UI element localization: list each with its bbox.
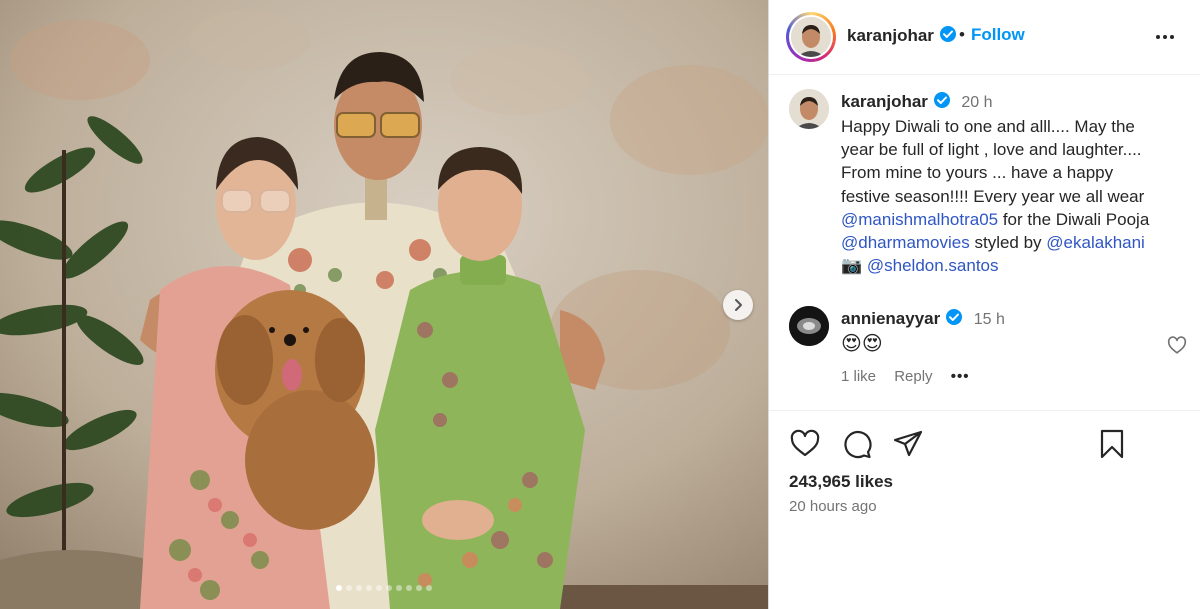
like-button[interactable] [789,428,821,465]
comment-item: annienayyar 15 h 😍😍 1 like Reply ••• [789,306,1189,396]
caption-line: Happy Diwali to one and alll.... May the [841,115,1186,138]
verified-badge-icon [933,92,950,108]
follow-area: • Follow [959,25,1025,45]
caption-line: From mine to yours ... have a happy [841,161,1186,184]
comment-reply-button[interactable]: Reply [894,368,932,385]
header-username-text: karanjohar [847,26,934,45]
more-horizontal-icon [1156,35,1174,39]
carousel-dot [336,585,342,591]
post-details: karanjohar • Follow karanjohar 20 h Happ… [768,0,1200,609]
separator-dot: • [959,25,965,44]
carousel-indicator [0,585,768,591]
caption-text-segment: festive season!!!! Every year we all wea… [841,186,1145,206]
mention-link[interactable]: @ekalakhani [1046,233,1145,252]
verified-badge-icon [945,309,962,325]
instagram-post: karanjohar • Follow karanjohar 20 h Happ… [0,0,1200,609]
carousel-dot [396,585,402,591]
bookmark-icon [1100,429,1124,459]
comment-header: annienayyar 15 h [841,308,1005,329]
carousel-dot [416,585,422,591]
caption-text-segment: 📷 [841,256,867,276]
carousel-next-button[interactable] [723,290,753,320]
post-header: karanjohar • Follow [769,0,1200,75]
comment-like-button[interactable] [1166,334,1188,361]
caption-avatar[interactable] [789,89,829,129]
carousel-dot [426,585,432,591]
heart-icon [790,429,820,457]
post-photo[interactable] [0,0,768,609]
carousel-dot [356,585,362,591]
caption-text-segment: Happy Diwali to one and alll.... May the [841,117,1135,136]
caption-line: @manishmalhotra05 for the Diwali Pooja [841,208,1186,231]
caption-line: festive season!!!! Every year we all wea… [841,185,1186,208]
caption-text-segment: From mine to yours ... have a happy [841,163,1114,183]
header-username[interactable]: karanjohar [847,25,957,46]
follow-button[interactable]: Follow [971,25,1025,44]
comment-timestamp: 15 h [973,311,1005,328]
likes-count[interactable]: 243,965 likes [789,472,893,492]
comment-username[interactable]: annienayyar [841,309,940,328]
comment-meta: 1 like Reply ••• [841,368,984,385]
comment-text: 😍😍 [841,333,883,355]
heart-outline-icon [1167,336,1187,354]
comment-icon [844,431,872,459]
actions-divider [769,410,1200,411]
carousel-dot [376,585,382,591]
comment-like-count[interactable]: 1 like [841,368,876,385]
caption-text-segment: styled by [969,233,1047,253]
caption-line: 📷 @sheldon.santos [841,254,1186,277]
carousel-dot [346,585,352,591]
more-options-button[interactable] [1153,25,1177,54]
avatar [791,17,831,57]
save-button[interactable] [1096,428,1128,465]
mention-link[interactable]: @sheldon.santos [867,256,999,275]
story-ring-avatar[interactable] [786,12,836,62]
carousel-dot [386,585,392,591]
caption-text-segment: year be full of light , love and laughte… [841,140,1142,160]
comment-button[interactable] [841,428,873,465]
share-button[interactable] [892,428,924,465]
mention-link[interactable]: @dharmamovies [841,233,970,252]
family-photo [0,0,768,609]
carousel-dot [406,585,412,591]
mention-link[interactable]: @manishmalhotra05 [841,210,998,229]
caption-line: @dharmamovies styled by @ekalakhani [841,231,1186,254]
caption-text: Happy Diwali to one and alll.... May the… [841,115,1186,277]
commenter-avatar[interactable] [789,306,829,346]
post-time-ago[interactable]: 20 hours ago [789,498,877,515]
comment-more-button[interactable]: ••• [951,368,970,385]
caption-username[interactable]: karanjohar [841,92,928,111]
chevron-right-icon [735,299,742,311]
caption-text-segment: for the Diwali Pooja [998,209,1150,229]
verified-badge-icon [939,26,956,42]
caption-timestamp: 20 h [961,94,993,111]
send-icon [893,430,923,457]
caption-line: year be full of light , love and laughte… [841,138,1186,161]
carousel-dot [366,585,372,591]
caption-header: karanjohar 20 h [841,91,993,112]
